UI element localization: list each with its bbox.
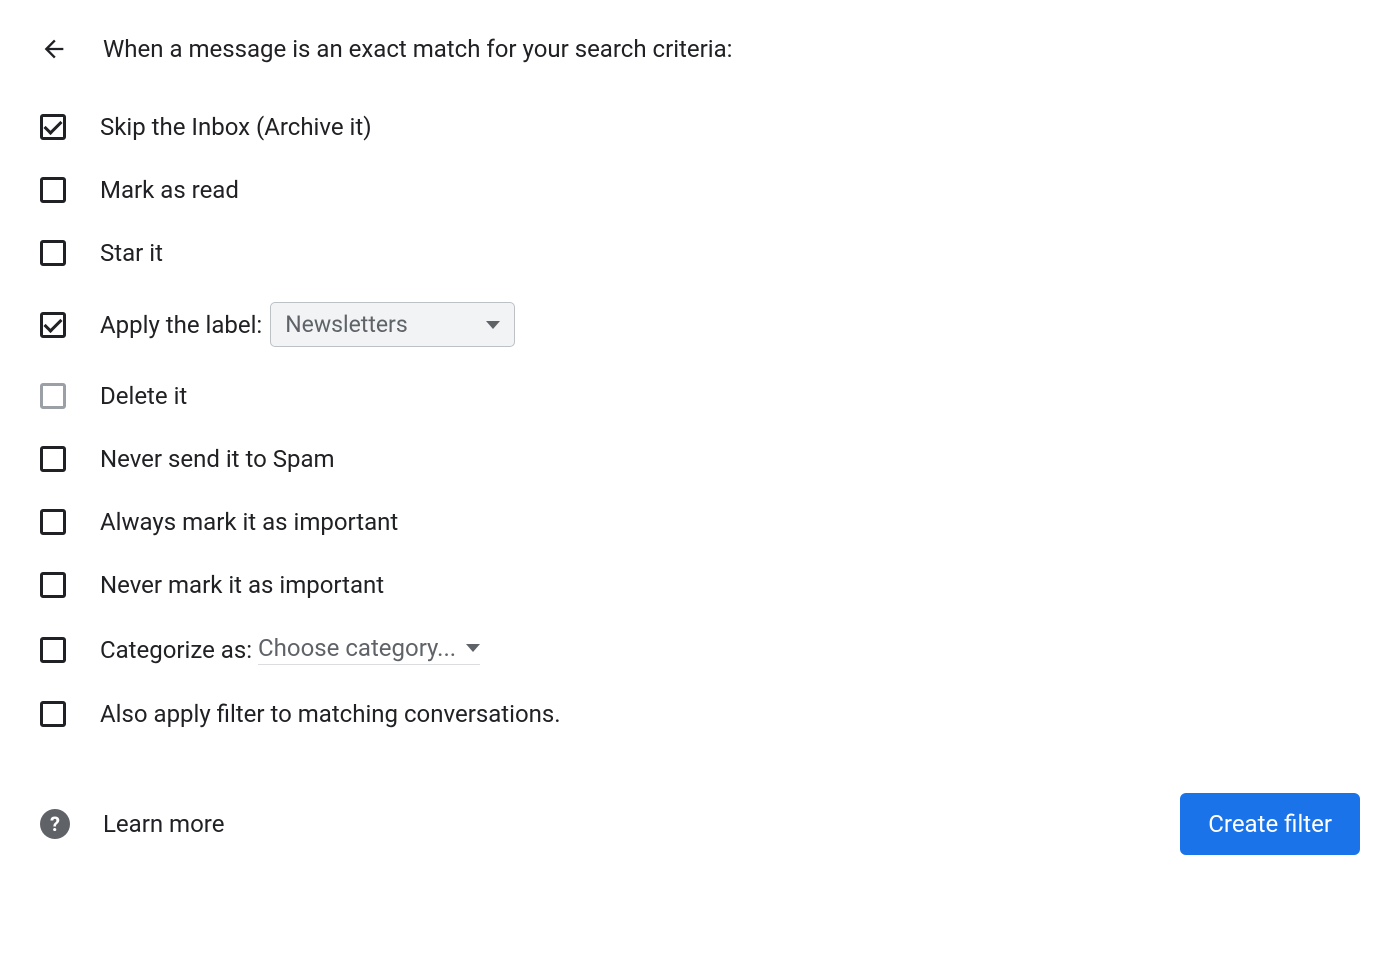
create-filter-button[interactable]: Create filter — [1180, 793, 1360, 855]
back-button[interactable] — [40, 35, 68, 63]
dropdown-icon — [486, 321, 500, 329]
apply-label-label: Apply the label: — [100, 311, 262, 339]
help-icon[interactable]: ? — [40, 809, 70, 839]
always-important-label: Always mark it as important — [100, 508, 398, 536]
dialog-title: When a message is an exact match for you… — [103, 35, 732, 63]
category-select-value: Choose category... — [258, 634, 456, 662]
apply-label-checkbox[interactable] — [40, 312, 66, 338]
never-important-checkbox[interactable] — [40, 572, 66, 598]
label-select[interactable]: Newsletters — [270, 302, 515, 347]
mark-as-read-label: Mark as read — [100, 176, 239, 204]
learn-more-link[interactable]: Learn more — [103, 810, 224, 838]
star-it-label: Star it — [100, 239, 163, 267]
skip-inbox-checkbox[interactable] — [40, 114, 66, 140]
delete-it-label: Delete it — [100, 382, 187, 410]
never-important-label: Never mark it as important — [100, 571, 384, 599]
dropdown-icon — [466, 644, 480, 652]
categorize-label: Categorize as: — [100, 636, 252, 664]
also-apply-label: Also apply filter to matching conversati… — [100, 700, 561, 728]
mark-as-read-checkbox[interactable] — [40, 177, 66, 203]
star-it-checkbox[interactable] — [40, 240, 66, 266]
never-spam-checkbox[interactable] — [40, 446, 66, 472]
label-select-value: Newsletters — [285, 311, 407, 338]
also-apply-checkbox[interactable] — [40, 701, 66, 727]
category-select[interactable]: Choose category... — [258, 634, 480, 665]
never-spam-label: Never send it to Spam — [100, 445, 335, 473]
always-important-checkbox[interactable] — [40, 509, 66, 535]
arrow-left-icon — [40, 35, 68, 63]
delete-it-checkbox[interactable] — [40, 383, 66, 409]
categorize-checkbox[interactable] — [40, 637, 66, 663]
skip-inbox-label: Skip the Inbox (Archive it) — [100, 113, 372, 141]
